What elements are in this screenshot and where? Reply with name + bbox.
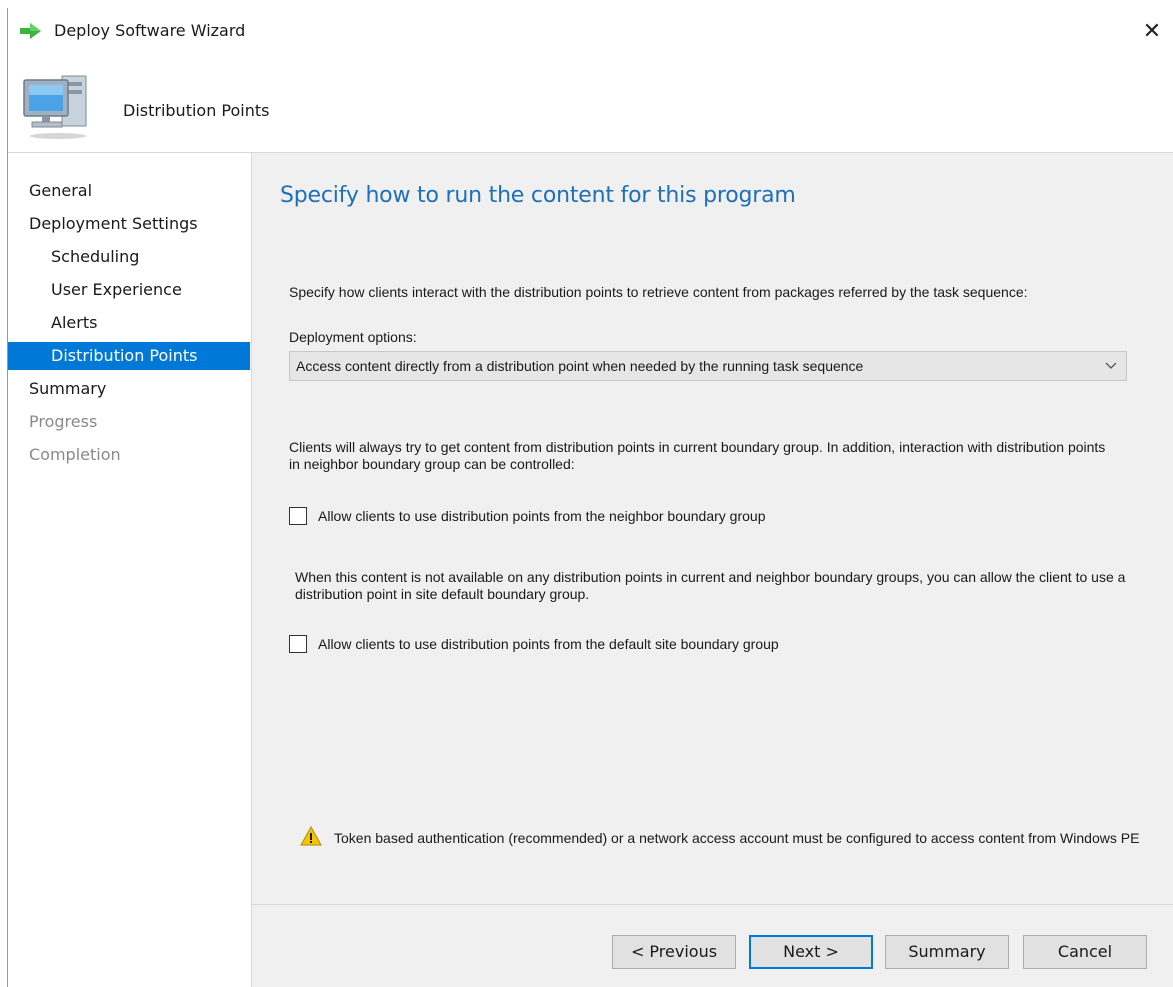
content-heading: Specify how to run the content for this … [280,183,796,208]
nav-item-distribution-points[interactable]: Distribution Points [8,342,250,370]
summary-button[interactable]: Summary [885,935,1009,969]
intro-text: Specify how clients interact with the di… [289,284,1028,300]
title-bar: Deploy Software Wizard ✕ [8,8,1173,54]
neighbor-boundary-label[interactable]: Allow clients to use distribution points… [318,506,765,526]
cancel-button[interactable]: Cancel [1023,935,1147,969]
default-site-boundary-label[interactable]: Allow clients to use distribution points… [318,634,779,654]
computer-icon [18,66,98,146]
nav-item-general[interactable]: General [8,177,250,205]
wizard-header: Distribution Points [8,54,1173,153]
wizard-footer: < Previous Next > Summary Cancel [252,904,1173,987]
nav-item-alerts[interactable]: Alerts [8,309,250,337]
nav-item-deployment-settings[interactable]: Deployment Settings [8,210,250,238]
wizard-nav: General Deployment Settings Scheduling U… [8,153,252,987]
warning-text: Token based authentication (recommended)… [334,830,1140,846]
deployment-options-label: Deployment options: [289,329,417,345]
default-site-boundary-checkbox[interactable] [289,635,307,653]
nav-item-completion: Completion [29,445,121,464]
nav-item-summary[interactable]: Summary [8,375,250,403]
nav-item-scheduling[interactable]: Scheduling [8,243,250,271]
deployment-options-select[interactable]: Access content directly from a distribut… [289,351,1127,381]
neighbor-boundary-checkbox[interactable] [289,507,307,525]
next-button[interactable]: Next > [749,935,873,969]
content-panel: Specify how to run the content for this … [252,153,1173,987]
window-title: Deploy Software Wizard [54,21,246,40]
nav-item-user-experience[interactable]: User Experience [8,276,250,304]
boundary-group-text: Clients will always try to get content f… [289,439,1106,472]
wizard-window: Deploy Software Wizard ✕ Distribution Po… [7,8,1173,987]
page-title: Distribution Points [123,101,270,120]
warning-icon [300,825,322,846]
fallback-text: When this content is not available on an… [295,569,1126,602]
chevron-down-icon [1104,352,1118,380]
previous-button[interactable]: < Previous [612,935,736,969]
nav-item-progress: Progress [29,412,98,431]
green-arrow-icon [20,22,42,40]
deployment-options-value: Access content directly from a distribut… [296,358,864,374]
close-button[interactable]: ✕ [1130,14,1173,48]
